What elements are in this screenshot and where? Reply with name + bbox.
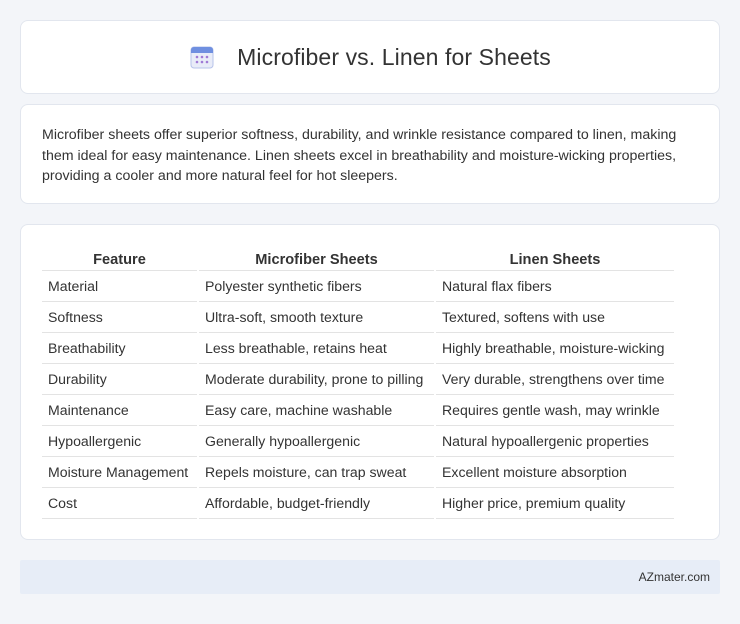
feature-cell: Breathability [42,332,198,364]
microfiber-cell: Affordable, budget-friendly [197,487,435,519]
column-header-microfiber: Microfiber Sheets [197,245,435,271]
feature-cell: Material [42,270,198,302]
feature-cell: Hypoallergenic [42,425,198,457]
microfiber-cell: Easy care, machine washable [197,394,435,426]
description-text: Microfiber sheets offer superior softnes… [42,127,677,184]
linen-cell: Highly breathable, moisture-wicking [434,332,674,364]
linen-cell: Very durable, strengthens over time [434,363,674,395]
linen-cell: Natural flax fibers [434,270,674,302]
linen-cell: Natural hypoallergenic properties [434,425,674,457]
column-header-feature: Feature [42,245,198,271]
table-header-row: Feature Microfiber Sheets Linen Sheets [42,245,674,271]
table-row: Softness Ultra-soft, smooth texture Text… [42,301,674,333]
title-card: Microfiber vs. Linen for Sheets [20,20,720,94]
microfiber-cell: Polyester synthetic fibers [197,270,435,302]
microfiber-cell: Generally hypoallergenic [197,425,435,457]
linen-cell: Higher price, premium quality [434,487,674,519]
footer-bar: AZmater.com [20,560,720,594]
comparison-table-card: Feature Microfiber Sheets Linen Sheets M… [20,224,720,540]
feature-cell: Cost [42,487,198,519]
page-title: Microfiber vs. Linen for Sheets [237,43,551,70]
microfiber-cell: Moderate durability, prone to pilling [197,363,435,395]
table-row: Material Polyester synthetic fibers Natu… [42,270,674,302]
column-header-linen: Linen Sheets [434,245,674,271]
table-row: Maintenance Easy care, machine washable … [42,394,674,426]
calendar-icon [190,46,214,69]
table-row: Durability Moderate durability, prone to… [42,363,674,395]
microfiber-cell: Repels moisture, can trap sweat [197,456,435,488]
feature-cell: Maintenance [42,394,198,426]
comparison-table: Feature Microfiber Sheets Linen Sheets M… [42,245,674,519]
microfiber-cell: Less breathable, retains heat [197,332,435,364]
microfiber-cell: Ultra-soft, smooth texture [197,301,435,333]
table-row: Cost Affordable, budget-friendly Higher … [42,487,674,519]
linen-cell: Textured, softens with use [434,301,674,333]
linen-cell: Requires gentle wash, may wrinkle [434,394,674,426]
linen-cell: Excellent moisture absorption [434,456,674,488]
table-row: Hypoallergenic Generally hypoallergenic … [42,425,674,457]
feature-cell: Moisture Management [42,456,198,488]
description-card: Microfiber sheets offer superior softnes… [20,104,720,204]
feature-cell: Softness [42,301,198,333]
source-credit[interactable]: AZmater.com [639,570,710,584]
table-row: Breathability Less breathable, retains h… [42,332,674,364]
feature-cell: Durability [42,363,198,395]
table-row: Moisture Management Repels moisture, can… [42,456,674,488]
